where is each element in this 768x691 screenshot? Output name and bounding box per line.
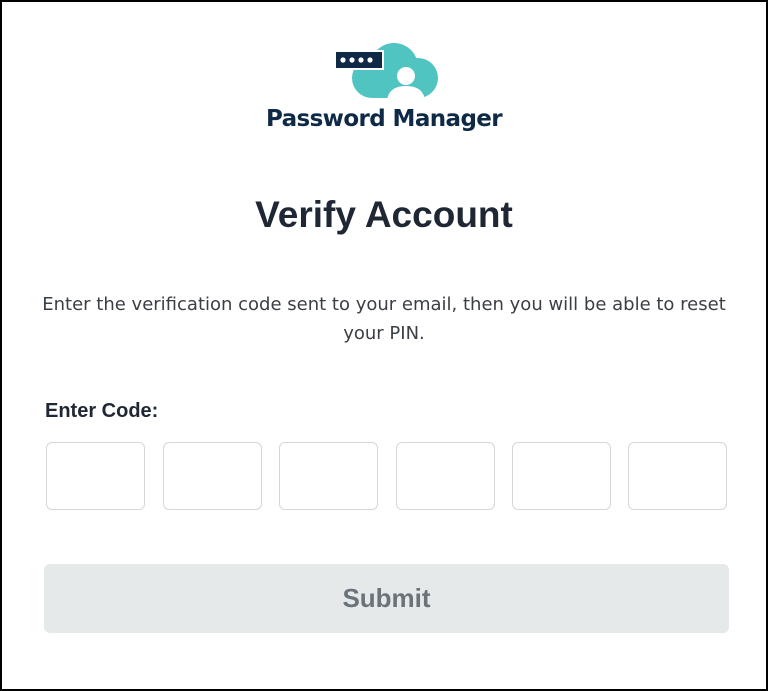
submit-button[interactable]: Submit [44,564,729,633]
code-digit-4[interactable] [396,442,495,510]
code-digit-3[interactable] [279,442,378,510]
code-label: Enter Code: [45,400,159,422]
code-digit-1[interactable] [46,442,145,510]
code-digit-6[interactable] [628,442,727,510]
verify-account-card: Password Manager Verify Account Enter th… [0,0,768,691]
code-digit-2[interactable] [163,442,262,510]
cloud-password-user-icon [334,43,438,100]
page-title: Verify Account [255,194,513,235]
code-digit-5[interactable] [512,442,611,510]
page-description: Enter the verification code sent to your… [42,294,726,344]
brand-name: Password Manager [265,106,503,132]
code-input-group [46,442,728,510]
